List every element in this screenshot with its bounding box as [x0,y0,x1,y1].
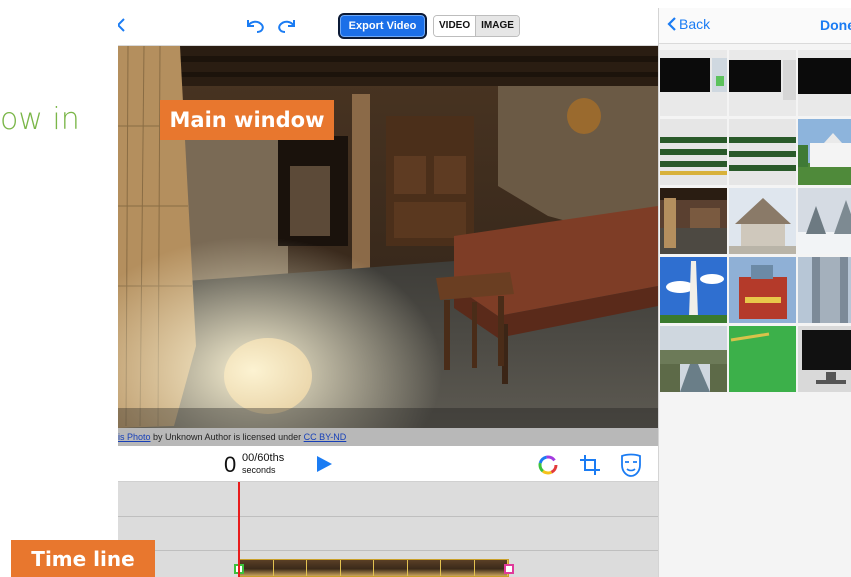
thumbnail-snowy-trees[interactable] [798,188,851,254]
thumbnail-timeline-screenshot-2[interactable] [729,119,796,185]
thumbnail-canal[interactable] [660,326,727,392]
thumbnail-video-screenshot-1[interactable] [660,50,727,116]
track-divider [118,550,658,551]
thumbnail-image [660,326,727,392]
time-unit-label: seconds [242,465,276,475]
playback-controls: 0 00/60ths seconds [118,446,658,482]
image-mode-tab[interactable]: IMAGE [476,16,519,36]
thumbnail-skyscraper[interactable] [798,257,851,323]
slide-background-text: ow in [0,102,80,137]
clip-frame [374,560,408,576]
thumbnail-video-screenshot-2[interactable] [729,50,796,116]
library-header: Back Done [659,8,851,44]
timeline-area[interactable] [118,482,658,577]
color-wheel-icon[interactable] [537,454,559,476]
play-icon[interactable] [315,455,333,473]
video-editor-app: Export Video VIDEO IMAGE Main window is … [118,8,658,577]
clip-frame [340,560,374,576]
photo-attribution: is Photo by Unknown Author is licensed u… [118,428,658,446]
back-button[interactable]: Back [667,16,710,32]
top-toolbar: Export Video VIDEO IMAGE [118,8,658,46]
time-fraction: 00/60ths [242,452,285,464]
thumbnail-image [660,119,727,185]
thumbnail-image [798,188,851,254]
video-mode-tab[interactable]: VIDEO [434,16,477,36]
back-label: Back [679,16,711,32]
thumbnail-image [729,50,796,116]
chevron-left-icon [667,17,676,31]
thumbnail-red-building[interactable] [729,257,796,323]
crop-icon[interactable] [578,453,602,477]
thumbnail-cottage[interactable] [729,188,796,254]
thumbnail-timeline-screenshot-1[interactable] [660,119,727,185]
main-window-preview[interactable]: Main window [118,46,658,428]
thumbnail-image [798,50,851,116]
thumbnail-video-screenshot-3[interactable] [798,50,851,116]
undo-icon[interactable] [244,16,266,36]
main-window-label: Main window [160,100,334,140]
playhead[interactable] [238,482,240,577]
thumbnail-washington-monument[interactable] [660,257,727,323]
license-link[interactable]: CC BY-ND [304,432,347,442]
page: ow in Export Video VIDEO IMAGE Main wind… [0,0,851,577]
time-seconds: 0 [224,452,237,477]
track-divider [118,516,658,517]
thumbnail-image [660,50,727,116]
thumbnail-image [798,326,851,392]
thumbnail-white-house[interactable] [798,119,851,185]
thumbnail-monitor[interactable] [798,326,851,392]
thumbnail-image [660,188,727,254]
thumbnail-image [729,326,796,392]
thumbnail-image [729,257,796,323]
thumbnail-image [729,188,796,254]
attribution-text: by Unknown Author is licensed under [150,432,304,442]
thumbnail-interior-room[interactable] [660,188,727,254]
clip-frame [273,560,307,576]
clip-frame [441,560,475,576]
export-video-button[interactable]: Export Video [338,13,427,39]
thumbnail-image [798,257,851,323]
redo-icon[interactable] [276,16,298,36]
thumbnail-image [729,119,796,185]
clip-end-handle[interactable] [504,564,514,574]
clip-frame [240,560,274,576]
clip-frame [307,560,341,576]
photo-source-link[interactable]: is Photo [118,432,151,442]
thumbnail-image [798,119,851,185]
media-library-panel: Back Done [658,8,851,577]
thumbnail-image [660,257,727,323]
thumbnail-green-screen[interactable] [729,326,796,392]
mask-icon[interactable] [619,452,643,478]
video-clip[interactable] [239,559,509,577]
clip-frame [474,560,508,576]
done-button[interactable]: Done [820,17,851,33]
clip-frame [407,560,441,576]
chevron-left-icon[interactable] [118,18,126,32]
timeline-label: Time line [11,540,155,577]
media-mode-toggle: VIDEO IMAGE [433,15,520,37]
